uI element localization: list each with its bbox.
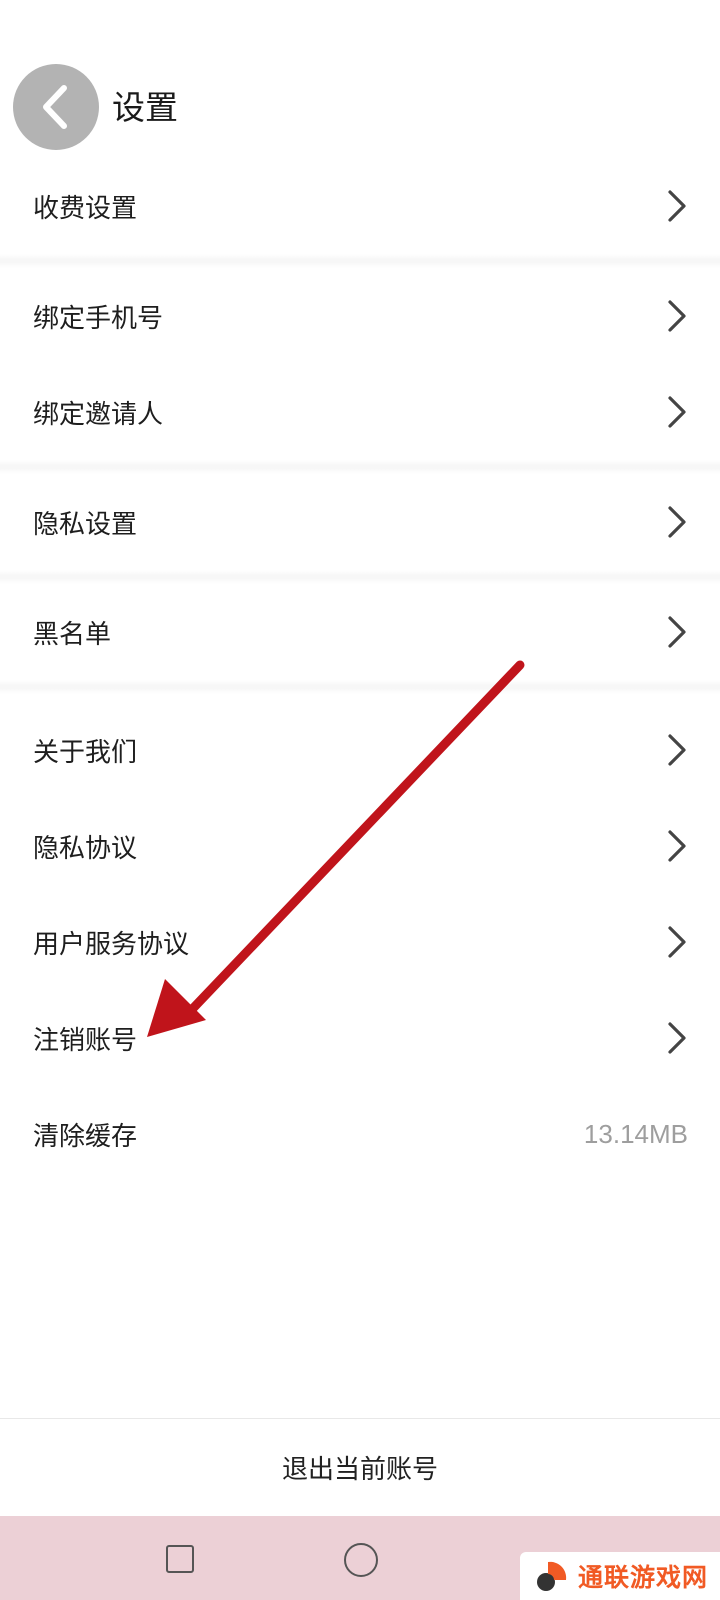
group-divider: [0, 460, 720, 474]
settings-item-label: 绑定手机号: [33, 303, 164, 334]
settings-group-billing: 收费设置: [0, 158, 720, 254]
group-divider: [0, 570, 720, 584]
settings-item-label: 收费设置: [33, 193, 138, 224]
logout-label: 退出当前账号: [281, 1455, 438, 1485]
settings-item-user-agreement[interactable]: 用户服务协议: [0, 894, 720, 990]
back-button[interactable]: [13, 64, 99, 150]
settings-item-blacklist[interactable]: 黑名单: [0, 584, 720, 680]
chevron-right-icon: [668, 300, 686, 332]
settings-item-bind-phone[interactable]: 绑定手机号: [0, 268, 720, 364]
chevron-right-icon: [668, 926, 686, 958]
settings-item-label: 隐私协议: [33, 833, 138, 864]
watermark-logo-icon: [537, 1561, 567, 1591]
settings-item-label: 关于我们: [33, 737, 138, 768]
page-title: 设置: [112, 88, 178, 127]
header-bar: 设置: [0, 0, 720, 160]
chevron-right-icon: [668, 616, 686, 648]
settings-group-blacklist: 黑名单: [0, 584, 720, 680]
chevron-right-icon: [668, 506, 686, 538]
settings-item-clear-cache[interactable]: 清除缓存 13.14MB: [0, 1086, 720, 1182]
settings-item-privacy-settings[interactable]: 隐私设置: [0, 474, 720, 570]
cache-size-value: 13.14MB: [583, 1118, 688, 1149]
settings-item-label: 隐私设置: [33, 509, 138, 540]
settings-item-label: 用户服务协议: [33, 929, 190, 960]
settings-item-billing[interactable]: 收费设置: [0, 158, 720, 254]
settings-item-label: 注销账号: [33, 1025, 138, 1056]
chevron-right-icon: [668, 190, 686, 222]
settings-item-about-us[interactable]: 关于我们: [0, 702, 720, 798]
chevron-right-icon: [668, 1022, 686, 1054]
settings-group-binding: 绑定手机号 绑定邀请人: [0, 268, 720, 460]
chevron-left-icon: [43, 85, 67, 129]
chevron-right-icon: [668, 734, 686, 766]
settings-item-bind-inviter[interactable]: 绑定邀请人: [0, 364, 720, 460]
chevron-right-icon: [668, 396, 686, 428]
recent-apps-icon[interactable]: [166, 1545, 194, 1573]
settings-item-label: 黑名单: [33, 619, 112, 650]
settings-group-about: 关于我们 隐私协议 用户服务协议 注销账号 清除缓存 13.14MB: [0, 702, 720, 1182]
logout-button[interactable]: 退出当前账号: [0, 1418, 720, 1516]
settings-item-label: 清除缓存: [33, 1121, 138, 1152]
home-icon[interactable]: [344, 1543, 378, 1577]
settings-item-delete-account[interactable]: 注销账号: [0, 990, 720, 1086]
settings-item-label: 绑定邀请人: [33, 399, 164, 430]
site-watermark: 通联游戏网: [520, 1552, 720, 1600]
chevron-right-icon: [668, 830, 686, 862]
watermark-text: 通联游戏网: [578, 1563, 709, 1592]
settings-group-privacy: 隐私设置: [0, 474, 720, 570]
group-divider: [0, 254, 720, 268]
settings-item-privacy-policy[interactable]: 隐私协议: [0, 798, 720, 894]
group-divider: [0, 680, 720, 694]
